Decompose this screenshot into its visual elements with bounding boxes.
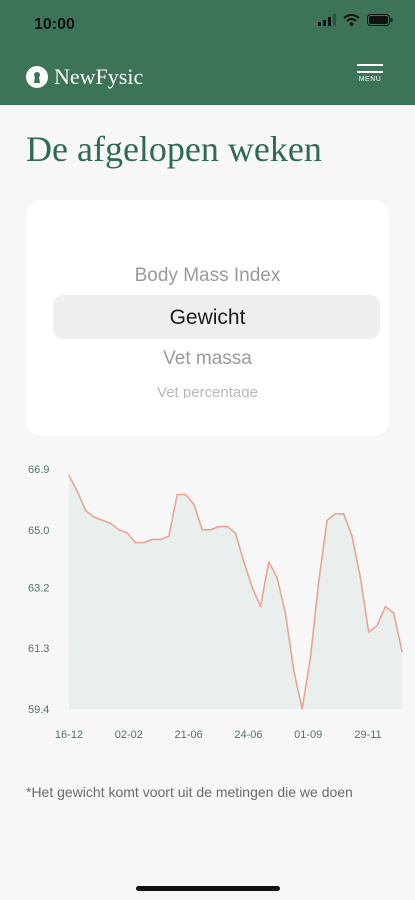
status-icons <box>318 14 393 26</box>
x-tick-label: 01-09 <box>294 729 322 741</box>
chart-point <box>234 532 237 534</box>
x-tick-label: 29-11 <box>354 729 381 741</box>
y-tick-label: 59.4 <box>28 704 49 716</box>
chart-point <box>109 522 112 525</box>
y-tick-label: 61.3 <box>28 643 49 655</box>
chart-point <box>218 525 220 528</box>
chart-point <box>392 612 395 614</box>
wifi-icon <box>343 14 360 26</box>
chart-point <box>201 529 203 531</box>
chart-area-fill <box>69 475 402 709</box>
y-tick-label: 63.2 <box>28 582 49 594</box>
app-header: 10:00 NewFysic MENU <box>0 0 415 105</box>
chart-point <box>184 493 187 496</box>
x-tick-label: 21-06 <box>175 729 203 741</box>
chart-point <box>226 525 228 528</box>
chart-point <box>159 538 162 541</box>
chart-point <box>243 561 245 563</box>
menu-icon <box>357 64 383 66</box>
cellular-signal-icon <box>318 14 336 26</box>
chart-point <box>359 577 362 579</box>
chart-point <box>251 586 253 589</box>
chart-point <box>176 493 178 496</box>
chart-point <box>268 561 270 563</box>
chart-point <box>284 612 287 614</box>
chart-point <box>367 631 370 633</box>
menu-label: MENU <box>358 76 382 83</box>
page-title: De afgelopen weken <box>26 129 322 169</box>
status-time: 10:00 <box>34 16 75 33</box>
brand-logo-icon <box>26 66 48 88</box>
chart-point <box>401 650 403 653</box>
picker-option-bmi[interactable]: Body Mass Index <box>26 265 389 287</box>
chart-point <box>168 535 170 537</box>
chart-point <box>93 516 95 518</box>
brand-name: NewFysic <box>54 64 144 89</box>
chart-point <box>334 513 337 515</box>
chart-point <box>84 509 87 512</box>
chart-point <box>376 625 378 627</box>
x-tick-label: 02-02 <box>115 729 143 741</box>
chart-point <box>134 541 137 544</box>
menu-button[interactable]: MENU <box>357 64 383 90</box>
chart-point <box>351 535 353 537</box>
home-indicator <box>136 886 280 891</box>
x-tick-label: 16-12 <box>55 729 83 741</box>
x-tick-label: 24-06 <box>234 729 262 741</box>
picker-option-vet-percentage[interactable]: Vet percentage <box>26 384 389 398</box>
chart-point <box>342 513 345 515</box>
y-tick-label: 66.9 <box>28 464 49 476</box>
chart-point <box>301 708 303 710</box>
chart-point <box>143 541 145 544</box>
chart-point <box>193 503 195 505</box>
footnote: *Het gewicht komt voort uit de metingen … <box>26 784 353 800</box>
picker-option-gewicht[interactable]: Gewicht <box>26 306 389 330</box>
chart-point <box>151 538 154 541</box>
chart-point <box>68 474 70 477</box>
metric-picker[interactable]: Body Mass Index Gewicht Vet massa Vet pe… <box>26 200 389 436</box>
y-tick-label: 65.0 <box>28 525 49 537</box>
battery-icon <box>367 14 393 26</box>
chart-point <box>209 529 212 531</box>
weight-chart: 66.9 65.0 63.2 61.3 59.4 16-12 02-02 21-06 24-06… <box>0 455 415 755</box>
chart-point <box>118 529 120 531</box>
chart-point <box>309 657 312 659</box>
chart-point <box>293 669 295 672</box>
weight-chart-svg: 66.9 65.0 63.2 61.3 59.4 16-12 02-02 21-06 24-06… <box>28 464 403 741</box>
chart-point <box>76 490 79 493</box>
chart-point <box>384 605 387 608</box>
chart-point <box>259 605 262 608</box>
chart-point <box>318 580 320 582</box>
chart-point <box>276 577 278 579</box>
chart-point <box>326 519 328 521</box>
chart-point <box>101 519 104 521</box>
picker-option-vet-massa[interactable]: Vet massa <box>26 348 389 370</box>
brand[interactable]: NewFysic <box>26 64 143 90</box>
chart-point <box>126 532 129 534</box>
